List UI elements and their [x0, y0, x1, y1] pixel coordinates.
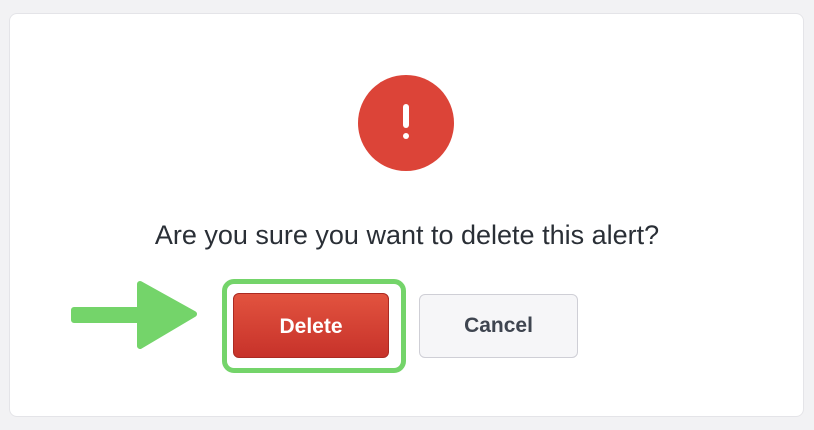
delete-button[interactable]: Delete	[233, 293, 389, 358]
arrow-right-icon	[71, 281, 197, 349]
cancel-button[interactable]: Cancel	[419, 294, 578, 358]
confirmation-message: Are you sure you want to delete this ale…	[154, 220, 660, 250]
exclamation-icon	[358, 75, 454, 171]
exclamation-bar	[403, 104, 409, 128]
exclamation-dot	[403, 133, 409, 139]
